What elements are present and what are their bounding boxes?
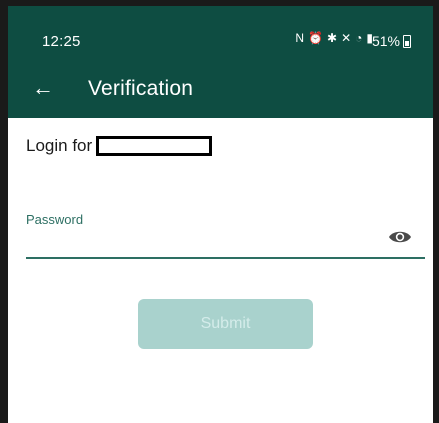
mute-icon: ✕ [341,31,352,45]
battery-indicator: 51% [372,33,411,49]
status-icons: N ⏰ ✱ ✕ ◔ ▮ [295,31,373,45]
alarm-icon: ⏰ [308,31,324,45]
password-underline [26,257,425,259]
bezel-left [0,0,8,423]
password-field[interactable] [26,230,400,258]
eye-icon[interactable] [387,228,413,246]
battery-icon [403,34,411,48]
status-bar: 12:25 N ⏰ ✱ ✕ ◔ ▮ 51% [8,6,433,66]
arrow-left-icon[interactable]: ← [32,75,54,101]
login-row: Login for [26,136,213,156]
bluetooth-icon: ✱ [327,31,338,45]
password-label: Password [26,212,84,227]
submit-button[interactable]: Submit [138,299,313,349]
status-time: 12:25 [42,33,81,50]
phone-frame: 12:25 N ⏰ ✱ ✕ ◔ ▮ 51% ← Verification Log… [0,0,439,423]
login-label: Login for [26,136,93,155]
app-bar: ← Verification [8,66,433,118]
wifi-icon: ◔ [355,31,363,45]
page-title: Verification [88,77,194,100]
screen: 12:25 N ⏰ ✱ ✕ ◔ ▮ 51% ← Verification Log… [8,6,433,423]
battery-percent: 51% [371,33,400,49]
redacted-username [96,136,213,156]
nfc-icon: N [295,31,305,45]
bezel-right [433,0,439,423]
